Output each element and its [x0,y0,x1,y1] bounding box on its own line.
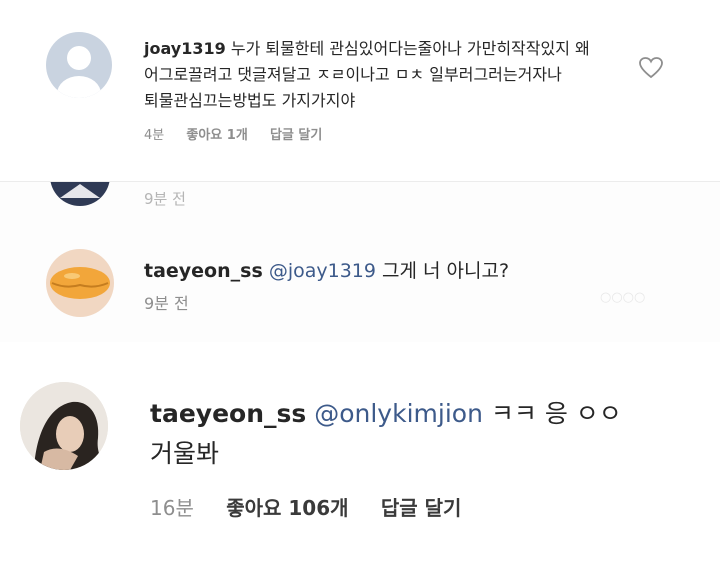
comment-body: joay1319 누가 퇴물한테 관심있어다는줄아나 가만히작작있지 왜 어그로… [144,36,614,114]
comment-text-line-1: 누가 퇴물한테 관심있어다는줄아나 가만히작작있지 왜 [230,39,590,58]
username[interactable]: joay1319 [144,39,226,58]
timestamp: 16분 [150,496,194,520]
comment-meta: 4분 좋아요 1개 답글 달기 [144,124,340,143]
comment-text-line-3: 퇴물관심끄는방법도 가지가지야 [144,91,356,110]
comment-text-line-2: 어그로끌려고 댓글져달고 ㅈㄹ이나고 ㅁㅊ 일부러그러는거자나 [144,65,562,84]
comment-meta: 16분 좋아요 106개 답글 달기 [150,492,479,521]
username[interactable]: taeyeon_ss [150,399,306,428]
avatar-photo[interactable] [20,382,108,470]
mention-link[interactable]: @joay1319 [269,260,376,282]
avatar-default[interactable] [46,32,112,98]
comment-text-line-2: 거울봐 [150,439,220,468]
comment-joay1319: joay1319 누가 퇴물한테 관심있어다는줄아나 가만히작작있지 왜 어그로… [0,0,720,182]
timestamp: 9분 전 [144,294,189,313]
watermark-logo: ○○○○ [600,290,646,305]
reply-button[interactable]: 답글 달기 [270,128,322,143]
likes-count[interactable]: 좋아요 1개 [186,128,247,143]
reply-button[interactable]: 답글 달기 [381,496,462,520]
timestamp: 4분 [144,128,165,143]
comment-panel-2: 9분 전 taeyeon_ss @joay1319 그게 너 아니고? 9분 전… [0,182,720,342]
comment-text-line-1: ㅋㅋ 응 ㅇㅇ [490,399,622,428]
comment-body: taeyeon_ss @onlykimjion ㅋㅋ 응 ㅇㅇ 거울봐 [150,394,690,474]
comment-body: taeyeon_ss @joay1319 그게 너 아니고? [144,258,509,284]
avatar-partial [50,182,110,206]
avatar-lips[interactable] [46,249,114,317]
comment-text: 그게 너 아니고? [382,260,510,282]
partial-timestamp: 9분 전 [144,190,186,208]
mention-link[interactable]: @onlykimjion [314,399,483,428]
likes-count[interactable]: 좋아요 106개 [226,496,348,520]
username[interactable]: taeyeon_ss [144,260,263,282]
comment-taeyeon-ss: taeyeon_ss @onlykimjion ㅋㅋ 응 ㅇㅇ 거울봐 16분 … [0,342,720,562]
heart-outline-icon[interactable] [638,56,664,80]
